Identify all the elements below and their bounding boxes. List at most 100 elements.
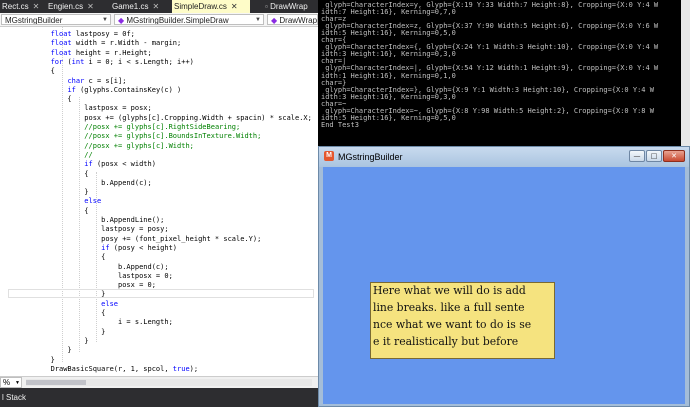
tab-label: DrawWrap (270, 2, 308, 11)
code-token: lastposx = 0; (0, 271, 173, 280)
code-area[interactable]: float lastposy = 0f; float width = r.Wid… (0, 27, 318, 376)
code-token: b.Append(c); (0, 262, 169, 271)
code-token: (glyphs.ContainsKey(c) ) (75, 85, 182, 94)
scrollbar-thumb[interactable] (26, 380, 86, 385)
code-line: posx += (glyphs[c].Cropping.Width + spac… (0, 114, 312, 124)
close-tab-icon[interactable]: ✕ (33, 2, 40, 11)
code-token: (posx < width) (92, 160, 156, 169)
code-token: } (0, 188, 89, 197)
code-token: b.Append(c); (0, 178, 152, 187)
code-token: lastposy = posy; (0, 225, 169, 234)
tab-game1-cs[interactable]: Game1.cs ✕ (110, 0, 170, 13)
class-dropdown-value: MGstringBuilder (5, 16, 63, 25)
code-token: ); (189, 364, 199, 373)
code-line: lastposx = posx; (0, 104, 151, 114)
code-line: float width = r.Width - margin; (0, 39, 182, 49)
code-token: { (0, 253, 106, 262)
member-dropdown[interactable]: ◆ MGstringBuilder.SimpleDraw ▼ (114, 14, 264, 25)
horizontal-scrollbar[interactable] (26, 379, 312, 386)
code-token: width = r.Width - margin; (71, 39, 182, 48)
console-scrollbar[interactable] (681, 0, 690, 146)
chevron-down-icon: ▼ (15, 380, 20, 386)
code-line: float height = r.Height; (0, 49, 152, 59)
tab-simpledraw-cs[interactable]: SimpleDraw.cs ✕ (172, 0, 250, 13)
code-token: else (84, 197, 102, 206)
maximize-button[interactable]: □ (646, 150, 662, 162)
zoom-dropdown[interactable]: % ▼ (0, 377, 22, 388)
game-viewport[interactable]: Here what we will do is add line breaks.… (323, 167, 685, 404)
code-line: float lastposy = 0f; (0, 30, 135, 40)
code-token: } (0, 336, 89, 345)
code-line: //posx += glyphs[c].Width; (0, 142, 194, 152)
tab-label: Game1.cs (112, 2, 149, 11)
close-button[interactable]: ✕ (663, 150, 685, 162)
window-titlebar[interactable]: M MGstringBuilder — □ ✕ (319, 147, 689, 167)
code-line: b.AppendLine(); (0, 216, 164, 226)
code-line: if (posx < width) (0, 160, 156, 170)
code-line: posx = 0; (0, 281, 156, 291)
code-line: char c = s[i]; (0, 77, 126, 87)
code-token: DrawBasicSquare(r, 1, spcol, (0, 364, 173, 373)
method-dropdown-value: DrawWrap (279, 16, 318, 25)
class-dropdown[interactable]: MGstringBuilder ▼ (1, 14, 111, 25)
code-token: } (0, 290, 106, 299)
code-token: i = 0; i < s.Length; i++) (84, 57, 194, 66)
code-token: b.AppendLine(); (0, 216, 165, 224)
close-tab-icon[interactable]: ✕ (231, 2, 238, 11)
code-token: { (0, 67, 55, 76)
code-line: //posx += glyphs[c].BoundsInTexture.Widt… (0, 132, 261, 142)
code-line: { (0, 207, 88, 217)
method-dropdown[interactable]: ◆ DrawWrap (267, 14, 318, 25)
close-tab-icon[interactable]: ✕ (152, 2, 159, 11)
code-token: } (0, 355, 55, 364)
code-line: if (glyphs.ContainsKey(c) ) (0, 86, 181, 96)
code-line: lastposy = posy; (0, 225, 169, 235)
code-line: else (0, 300, 118, 310)
code-line: // (0, 151, 92, 161)
text-line: Here what we will do is add (373, 284, 526, 297)
code-line: } (0, 356, 55, 366)
tab-label: SimpleDraw.cs (174, 2, 227, 11)
tab-drawwrap[interactable]: ▫ DrawWrap (263, 0, 318, 13)
code-token: } (0, 346, 72, 355)
close-icon: ✕ (671, 152, 677, 160)
code-line: lastposx = 0; (0, 272, 173, 282)
code-token: else (101, 299, 119, 308)
code-line: { (0, 170, 88, 180)
call-stack-panel-tab[interactable]: l Stack (0, 388, 318, 407)
code-line: i = s.Length; (0, 318, 173, 328)
code-line: } (0, 188, 89, 198)
close-tab-icon[interactable]: ✕ (87, 2, 94, 11)
code-line: b.Append(c); (0, 179, 152, 189)
navigation-bar: MGstringBuilder ▼ ◆ MGstringBuilder.Simp… (0, 13, 318, 27)
minimize-button[interactable]: — (629, 150, 645, 162)
maximize-icon: □ (650, 152, 658, 160)
code-line: else (0, 197, 101, 207)
monogame-icon: M (324, 151, 334, 161)
code-token: } (0, 327, 106, 336)
code-line: for (int i = 0; i < s.Length; i++) (0, 58, 194, 68)
code-token: ( (63, 57, 72, 66)
tab-rect-cs[interactable]: Rect.cs ✕ (0, 0, 46, 13)
code-token: float (50, 39, 72, 48)
code-line: { (0, 67, 55, 77)
code-token: float (50, 48, 72, 57)
code-token: //posx += glyphs[c].Width; (84, 141, 194, 150)
code-token: height = r.Height; (71, 48, 152, 57)
code-token: posx = 0; (0, 281, 156, 290)
code-line: } (0, 328, 105, 338)
code-line: } (0, 336, 89, 347)
zoom-value: % (3, 378, 11, 387)
code-token: lastposy = 0f; (71, 30, 135, 38)
tab-engien-cs[interactable]: Engien.cs ✕ (46, 0, 108, 13)
code-line: { (0, 309, 105, 319)
code-token: posy += (font_pixel_height * scale.Y); (0, 234, 262, 243)
